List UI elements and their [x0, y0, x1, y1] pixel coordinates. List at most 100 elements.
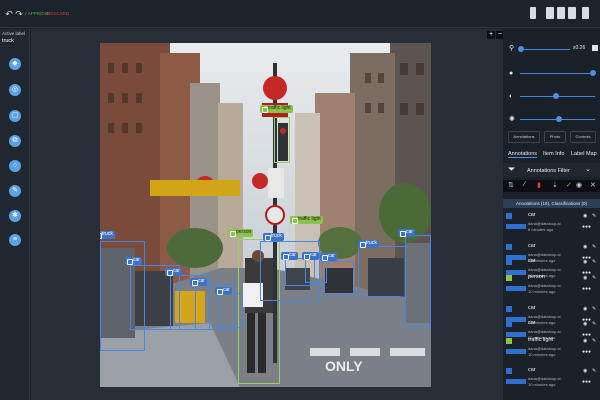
car-label[interactable]: car [215, 287, 232, 295]
pen-tool-icon[interactable]: ✎ [9, 185, 21, 197]
car-label[interactable]: car [302, 252, 319, 260]
edit-icon[interactable]: ✎ [592, 244, 596, 250]
eye-icon[interactable]: ◉ [583, 368, 587, 374]
discard-button[interactable]: ✕DISCARD [45, 11, 69, 17]
annotation-author: dana@dataloop.ai [528, 283, 561, 288]
fit-icon[interactable] [592, 45, 598, 51]
more-icon[interactable]: ●●● [582, 349, 591, 355]
car-label[interactable]: car [398, 229, 415, 237]
sort-icon[interactable]: ⇅ [508, 181, 514, 189]
truck-label[interactable]: truck [100, 231, 115, 239]
list-item[interactable]: traffic light dana@dataloop.ai 10 minute… [503, 337, 600, 367]
approve-all-icon[interactable]: ✓ [566, 181, 572, 189]
active-label-value[interactable]: truck [2, 38, 14, 44]
edit-icon[interactable]: ✎ [592, 368, 596, 374]
zoom-slider[interactable] [520, 49, 570, 50]
export-icon[interactable] [557, 7, 565, 19]
svg-text:ONLY: ONLY [325, 358, 363, 374]
eye-icon[interactable]: ◉ [583, 338, 587, 344]
collapse-icon[interactable]: ✕ [590, 181, 596, 189]
tab-item-info[interactable]: Item Info [543, 151, 564, 157]
filter-icon: ⏷ [508, 164, 516, 174]
contrast-icon: ◐ [509, 93, 514, 100]
list-item[interactable]: car dana@dataloop.ai 8 minutes ago ◉ ✎ ●●● [503, 212, 600, 242]
eye-icon[interactable]: ◉ [583, 259, 587, 265]
car-box[interactable] [218, 293, 243, 328]
text-tool-icon[interactable] [530, 7, 536, 19]
car-label[interactable]: car [190, 278, 207, 286]
zoom-in-button[interactable]: + [487, 31, 495, 39]
visibility-icon[interactable]: ⁄ [524, 181, 525, 188]
download-icon[interactable] [546, 7, 554, 19]
edit-icon[interactable]: ✎ [592, 259, 596, 265]
list-item[interactable]: person dana@dataloop.ai 10 minutes ago ◉… [503, 274, 600, 304]
zoom-slider-knob[interactable] [518, 46, 524, 52]
car-label-icon [506, 259, 512, 265]
tab-annotations[interactable]: Annotations [508, 151, 538, 158]
truck-label[interactable]: truck [358, 240, 379, 248]
street-image[interactable]: ONLY traffic light traffic light person … [100, 43, 431, 387]
traffic-light-box[interactable] [274, 117, 290, 163]
more-icon[interactable]: ●●● [582, 286, 591, 292]
list-item[interactable]: car dana@dataloop.ai 10 minutes ago ◉ ✎ ●●… [503, 367, 600, 397]
lock-icon[interactable] [582, 7, 589, 19]
tag-tool-icon[interactable]: ◆ [9, 58, 21, 70]
opacity-slider-knob[interactable] [590, 70, 596, 76]
opacity-icon: ● [509, 70, 514, 77]
more-icon[interactable]: ●●● [582, 224, 591, 230]
traffic-light-label[interactable]: traffic light [260, 105, 293, 113]
annotation-author: dana@dataloop.ai [528, 329, 561, 334]
annotation-time: 10 minutes ago [528, 382, 556, 387]
annotations-toggle-button[interactable]: Annotations [508, 131, 540, 143]
photo-toggle-button[interactable]: Photo [544, 131, 566, 143]
contrast-slider-knob[interactable] [553, 93, 559, 99]
arrange-icon[interactable]: ⇣ [552, 181, 558, 189]
eye-icon[interactable]: ◉ [583, 213, 587, 219]
person-label[interactable]: person [228, 229, 254, 237]
ellipse-tool-icon[interactable]: ○ [9, 160, 21, 172]
brightness-slider-knob[interactable] [556, 116, 562, 122]
edit-icon[interactable]: ✎ [592, 213, 596, 219]
car-label[interactable]: car [281, 252, 298, 260]
eye-icon[interactable]: ◉ [583, 306, 587, 312]
person-label-icon [506, 275, 512, 281]
more-icon[interactable]: ●●● [582, 379, 591, 385]
eye-icon[interactable]: ◉ [583, 275, 587, 281]
tab-label-map[interactable]: Label Map [571, 151, 597, 157]
truck-label[interactable]: truck [263, 233, 284, 241]
hide-icon[interactable]: ◉ [576, 181, 582, 189]
point-tool-icon[interactable]: ◎ [9, 84, 21, 96]
segment-tool-icon[interactable]: ✱ [9, 210, 21, 222]
delete-icon[interactable]: ▮ [537, 181, 541, 189]
cuboid-tool-icon[interactable]: ⧉ [9, 135, 21, 147]
edit-icon[interactable]: ✎ [592, 306, 596, 312]
annotation-time: 10 minutes ago [528, 289, 556, 294]
menu-tool-icon[interactable]: ≡ [9, 234, 21, 246]
controls-toggle-button[interactable]: Controls [570, 131, 596, 143]
traffic-light-label-icon [506, 338, 512, 344]
traffic-light-label-2[interactable]: traffic light [290, 216, 323, 224]
redo-icon[interactable]: ↷ [14, 9, 24, 19]
annotation-name: car [528, 243, 536, 249]
car-label[interactable]: car [320, 253, 337, 261]
box-tool-icon[interactable]: ▢ [9, 110, 21, 122]
annotation-author: dana@dataloop.ai [528, 346, 561, 351]
edit-icon[interactable]: ✎ [592, 275, 596, 281]
file-icon[interactable] [568, 7, 576, 19]
car-label-icon [506, 306, 512, 312]
eye-icon[interactable]: ◉ [583, 321, 587, 327]
edit-icon[interactable]: ✎ [592, 321, 596, 327]
top-toolbar: ↶ ↷ ✓APPROVE ✕DISCARD [0, 0, 600, 28]
chevron-down-icon[interactable]: ⌄ [585, 165, 591, 173]
car-label[interactable]: car [165, 268, 182, 276]
edit-icon[interactable]: ✎ [592, 338, 596, 344]
annotation-author: dana@dataloop.ai [528, 252, 561, 257]
undo-icon[interactable]: ↶ [4, 9, 14, 19]
eye-icon[interactable]: ◉ [583, 244, 587, 250]
car-box[interactable] [405, 235, 431, 327]
car-box[interactable] [322, 261, 354, 296]
annotation-time: 8 minutes ago [528, 227, 554, 232]
truck-box[interactable] [358, 246, 406, 298]
opacity-slider[interactable] [520, 73, 595, 74]
car-label[interactable]: car [125, 257, 142, 265]
